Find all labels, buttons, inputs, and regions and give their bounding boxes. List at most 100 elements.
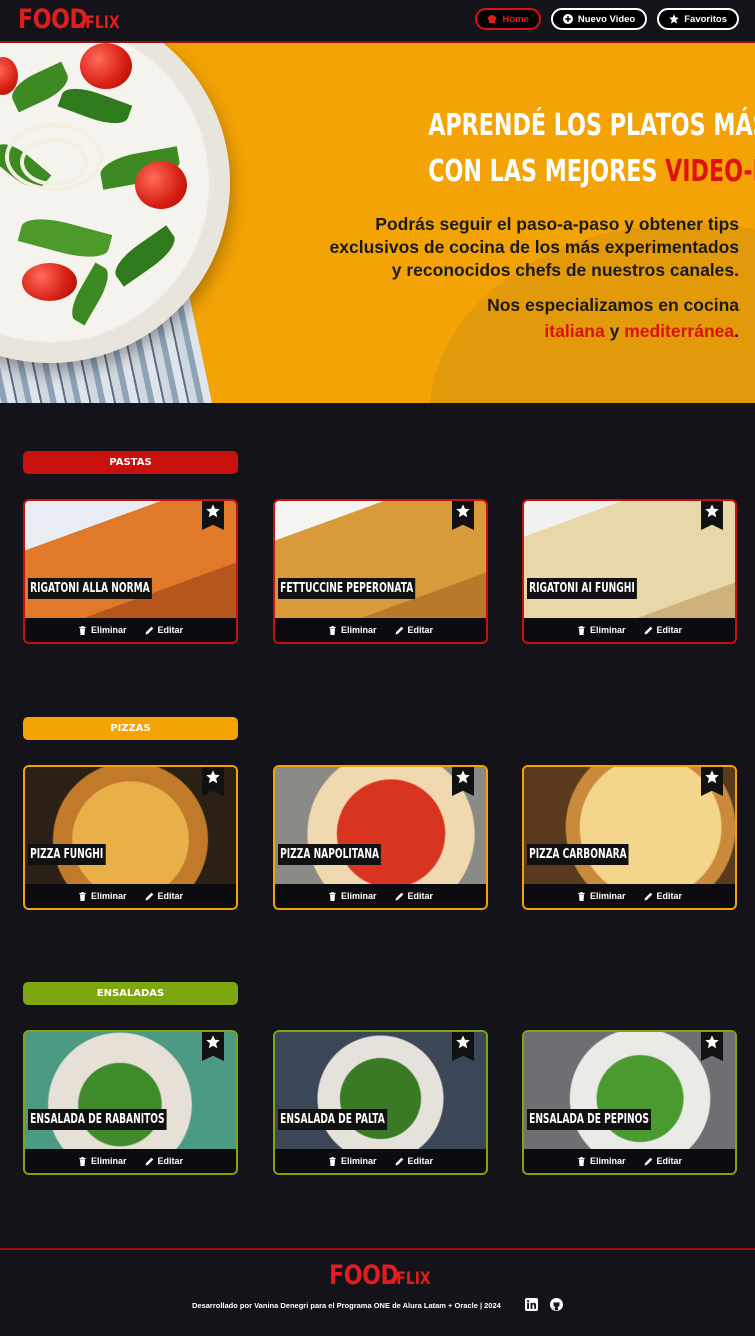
video-card[interactable]: RIGATONI ALLA NORMA Eliminar Editar: [23, 499, 238, 644]
linkedin-icon[interactable]: [525, 1298, 538, 1311]
nav-home-button[interactable]: Home: [475, 8, 541, 30]
nav-new-video-button[interactable]: Nuevo Video: [550, 8, 648, 30]
hero-specialty-and: y: [604, 321, 625, 341]
star-icon: [705, 1035, 719, 1049]
card-actions: Eliminar Editar: [25, 884, 236, 908]
trash-icon: [578, 1156, 585, 1166]
video-title: ENSALADA DE PALTA: [278, 1109, 387, 1130]
footer-logo-flix: .FLIX: [391, 1269, 431, 1289]
edit-label: Editar: [407, 1156, 434, 1166]
trash-icon: [578, 625, 585, 635]
hero-title-line-2a: con las mejores: [428, 154, 666, 189]
nav-home-label: Home: [502, 13, 529, 25]
delete-button[interactable]: Eliminar: [577, 625, 626, 635]
video-card[interactable]: ENSALADA DE PEPINOS Eliminar Editar: [522, 1030, 737, 1175]
brand-logo[interactable]: FOOD .FLIX: [18, 4, 128, 35]
hero-paragraph: Podrás seguir el paso-a-paso y obtener t…: [329, 214, 739, 280]
pencil-icon: [395, 626, 403, 634]
video-card[interactable]: ENSALADA DE PALTA Eliminar Editar: [273, 1030, 488, 1175]
edit-button[interactable]: Editar: [395, 1156, 434, 1166]
card-actions: Eliminar Editar: [25, 618, 236, 642]
trash-icon: [79, 1156, 86, 1166]
logo-flix: .FLIX: [80, 13, 120, 33]
pencil-icon: [395, 892, 403, 900]
star-icon: [206, 1035, 220, 1049]
video-title: ENSALADA DE RABANITOS: [28, 1109, 167, 1130]
video-title: PIZZA NAPOLITANA: [278, 844, 382, 865]
edit-button[interactable]: Editar: [145, 891, 184, 901]
card-actions: Eliminar Editar: [524, 618, 735, 642]
category-badge: PASTAS: [23, 451, 238, 474]
card-actions: Eliminar Editar: [524, 884, 735, 908]
edit-label: Editar: [656, 891, 683, 901]
chef-hat-icon: [488, 15, 497, 23]
card-actions: Eliminar Editar: [275, 884, 486, 908]
nav-favorites-label: Favoritos: [684, 13, 727, 25]
video-card[interactable]: FETTUCCINE PEPERONATA Eliminar Editar: [273, 499, 488, 644]
pencil-icon: [145, 626, 153, 634]
video-title: FETTUCCINE PEPERONATA: [278, 578, 416, 599]
delete-label: Eliminar: [589, 625, 626, 635]
delete-button[interactable]: Eliminar: [328, 891, 377, 901]
hero-specialty-dot: .: [734, 321, 739, 341]
delete-button[interactable]: Eliminar: [328, 625, 377, 635]
video-title: RIGATONI ALLA NORMA: [28, 578, 152, 599]
delete-label: Eliminar: [90, 625, 127, 635]
card-actions: Eliminar Editar: [524, 1149, 735, 1173]
category-badge: PIZZAS: [23, 717, 238, 740]
category-badge: ENSALADAS: [23, 982, 238, 1005]
github-icon[interactable]: [550, 1298, 563, 1311]
edit-label: Editar: [157, 1156, 184, 1166]
card-actions: Eliminar Editar: [275, 618, 486, 642]
edit-button[interactable]: Editar: [395, 891, 433, 901]
hero-text-block: Aprendé los platos más ricos con las mej…: [319, 103, 755, 344]
edit-button[interactable]: Editar: [145, 625, 183, 635]
video-title: ENSALADA DE PEPINOS: [527, 1109, 652, 1130]
video-card[interactable]: PIZZA CARBONARA Eliminar Editar: [522, 765, 737, 910]
pencil-icon: [644, 1157, 652, 1165]
delete-label: Eliminar: [589, 1156, 626, 1166]
edit-label: Editar: [157, 891, 184, 901]
hero-specialty-text: Nos especializamos en cocina: [487, 295, 739, 315]
star-icon: [705, 504, 719, 518]
nav-new-video-label: Nuevo Video: [577, 13, 636, 25]
delete-button[interactable]: Eliminar: [328, 1156, 377, 1166]
pencil-icon: [644, 892, 652, 900]
pencil-icon: [145, 892, 153, 900]
star-icon: [456, 770, 470, 784]
trash-icon: [79, 625, 86, 635]
video-card[interactable]: ENSALADA DE RABANITOS Eliminar Editar: [23, 1030, 238, 1175]
logo-food: FOOD: [18, 4, 88, 35]
delete-label: Eliminar: [340, 1156, 377, 1166]
video-card[interactable]: RIGATONI AI FUNGHI Eliminar Editar: [522, 499, 737, 644]
video-card[interactable]: PIZZA FUNGHI Eliminar Editar: [23, 765, 238, 910]
pencil-icon: [395, 1157, 403, 1165]
footer-credit: Desarrollado por Vanina Denegri para el …: [192, 1301, 501, 1310]
edit-button[interactable]: Editar: [145, 1156, 184, 1166]
pencil-icon: [644, 626, 652, 634]
delete-button[interactable]: Eliminar: [78, 891, 127, 901]
edit-button[interactable]: Editar: [644, 625, 682, 635]
main-nav: Home Nuevo Video Favoritos: [475, 8, 739, 30]
hero-specialty-mediterranea: mediterránea: [624, 321, 735, 341]
hero-title-highlight: video-recetas: [665, 154, 755, 189]
site-footer: FOOD .FLIX Desarrollado por Vanina Deneg…: [0, 1248, 755, 1336]
footer-logo[interactable]: FOOD .FLIX: [329, 1260, 439, 1291]
star-icon: [669, 14, 680, 24]
star-icon: [456, 504, 470, 518]
hero-specialty-italiana: italiana: [544, 321, 605, 341]
edit-button[interactable]: Editar: [644, 891, 683, 901]
delete-button[interactable]: Eliminar: [577, 1156, 626, 1166]
delete-label: Eliminar: [90, 1156, 127, 1166]
delete-button[interactable]: Eliminar: [577, 891, 626, 901]
delete-label: Eliminar: [90, 891, 127, 901]
card-actions: Eliminar Editar: [25, 1149, 236, 1173]
nav-favorites-button[interactable]: Favoritos: [657, 8, 739, 30]
hero-title-line-1: Aprendé los platos más ricos: [428, 108, 755, 143]
delete-button[interactable]: Eliminar: [78, 625, 127, 635]
delete-label: Eliminar: [340, 891, 377, 901]
edit-button[interactable]: Editar: [644, 1156, 682, 1166]
video-card[interactable]: PIZZA NAPOLITANA Eliminar Editar: [273, 765, 488, 910]
delete-button[interactable]: Eliminar: [78, 1156, 127, 1166]
edit-button[interactable]: Editar: [395, 625, 433, 635]
